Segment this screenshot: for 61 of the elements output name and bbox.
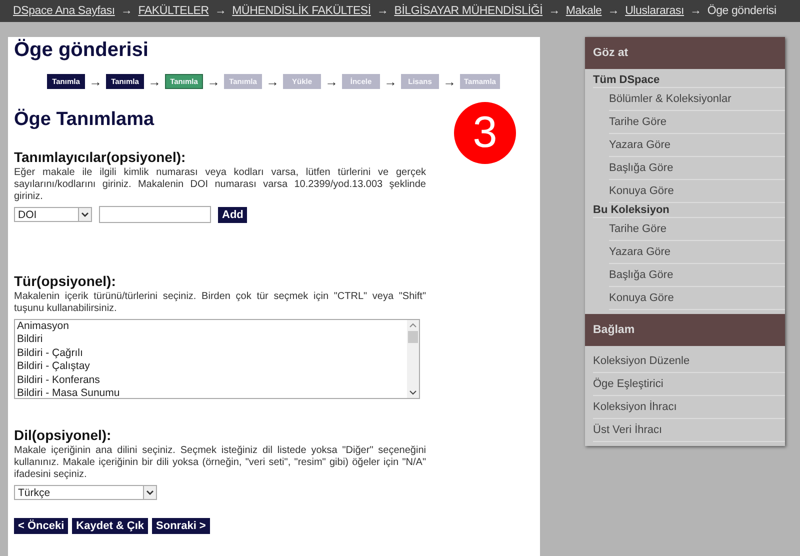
nav-button[interactable]: Kaydet & Çık	[72, 518, 148, 534]
language-dropdown[interactable]: Türkçe	[14, 485, 157, 500]
field-label: Tür(opsiyonel):	[14, 273, 117, 289]
breadcrumb-link[interactable]: MÜHENDİSLİK FAKÜLTESİ	[232, 5, 371, 17]
sidebar-link[interactable]: Koleksiyon Düzenle	[593, 350, 785, 373]
sidebar-header: Göz at	[585, 37, 785, 69]
sidebar-link[interactable]: Yazara Göre	[609, 134, 785, 157]
page-title: Öge gönderisi	[14, 38, 150, 62]
section-title: Öge Tanımlama	[14, 109, 156, 131]
field-label: Dil(opsiyonel):	[14, 427, 112, 443]
sidebar-link[interactable]: Başlığa Göre	[609, 264, 785, 287]
sidebar-link[interactable]: Bölümler & Koleksiyonlar	[609, 88, 785, 111]
sidebar-link[interactable]: Tarihe Göre	[609, 111, 785, 134]
breadcrumb-link[interactable]: Makale	[566, 5, 602, 17]
arrow-separator: →	[89, 74, 102, 89]
sidebar-link[interactable]: Tarihe Göre	[609, 218, 785, 241]
sidebar-header: Bağlam	[585, 314, 785, 346]
breadcrumb-link[interactable]: DSpace Ana Sayfası	[13, 5, 115, 17]
nav-button[interactable]: Sonraki >	[152, 518, 210, 534]
identifier-input-field[interactable]	[99, 206, 211, 223]
nav-button[interactable]: < Önceki	[14, 518, 68, 534]
arrow-separator: →	[120, 5, 132, 17]
field-help-text: Makale içeriğinin ana dilini seçiniz. Seçmek isteğiniz dil listede yoksa "Diğer" seçeneğini kullanınız. Makale içeriğinin bir dili yoksa (örneğin, "veri seti", "resim" gibi) öğeler için "N/A" ifadesini seçiniz.	[14, 445, 426, 481]
sidebar-group-label: Bu Koleksiyon	[593, 203, 785, 218]
sidebar-link[interactable]: Öge Eşleştirici	[593, 373, 785, 396]
arrow-separator: →	[325, 74, 338, 89]
arrow-separator: →	[690, 5, 702, 17]
field-help-text: Makalenin içerik türünü/türlerini seçiniz. Birden çok tür seçmek için "CTRL" veya "Shift" tuşunu kullanabilirsiniz.	[14, 291, 426, 315]
arrow-separator: →	[376, 5, 388, 17]
sidebar-link[interactable]: Koleksiyon İhracı	[593, 396, 785, 419]
sidebar-link[interactable]: Başlığa Göre	[609, 157, 785, 180]
sidebar-group-label: Tüm DSpace	[593, 73, 785, 88]
sidebar-link[interactable]: Konuya Göre	[609, 180, 785, 203]
list-option[interactable]: Bildiri - Masa Sunumu	[17, 387, 405, 400]
step-number-badge: 3	[454, 102, 516, 164]
caret-icon	[81, 212, 89, 218]
arrow-separator: →	[266, 74, 279, 89]
caret-icon	[146, 490, 154, 496]
list-option[interactable]: Animasyon	[17, 320, 405, 334]
list-option[interactable]: Bildiri	[17, 333, 405, 347]
field-label: Tanımlayıcılar(opsiyonel):	[14, 149, 187, 165]
breadcrumb-link[interactable]: FAKÜLTELER	[138, 5, 209, 17]
field-help-text: Eğer makale ile ilgili kimlik numarası veya kodları varsa, lütfen türlerini ve gerçek sayılarını/kodlarını giriniz. Makalenin DOI numarası varsa 10.2399/yod.13.003 şeklinde giriniz.	[14, 167, 426, 203]
arrow-separator: →	[608, 5, 620, 17]
list-option[interactable]: Bildiri - Konferans	[17, 374, 405, 388]
list-option[interactable]: Bildiri - Çalıştay	[17, 360, 405, 374]
arrow-separator: →	[214, 5, 226, 17]
sidebar-link[interactable]: Konuya Göre	[609, 287, 785, 310]
add-button[interactable]: Add	[218, 206, 248, 222]
sidebar-link[interactable]: Üst Veri İhracı	[593, 419, 785, 442]
identifier-type-dropdown[interactable]: DOI	[14, 207, 92, 222]
arrow-separator: →	[207, 74, 220, 89]
arrow-separator: →	[148, 74, 161, 89]
arrow-separator: →	[443, 74, 456, 89]
breadcrumb-link[interactable]: BİLGİSAYAR MÜHENDİSLİĞİ	[394, 5, 543, 17]
arrow-separator: →	[384, 74, 397, 89]
list-option[interactable]: Bildiri - Çağrılı	[17, 346, 405, 360]
arrow-separator: →	[548, 5, 560, 17]
sidebar-link[interactable]: Yazara Göre	[609, 241, 785, 264]
breadcrumb-link[interactable]: Uluslararası	[625, 5, 684, 17]
breadcrumb-current: Öge gönderisi	[707, 5, 776, 17]
